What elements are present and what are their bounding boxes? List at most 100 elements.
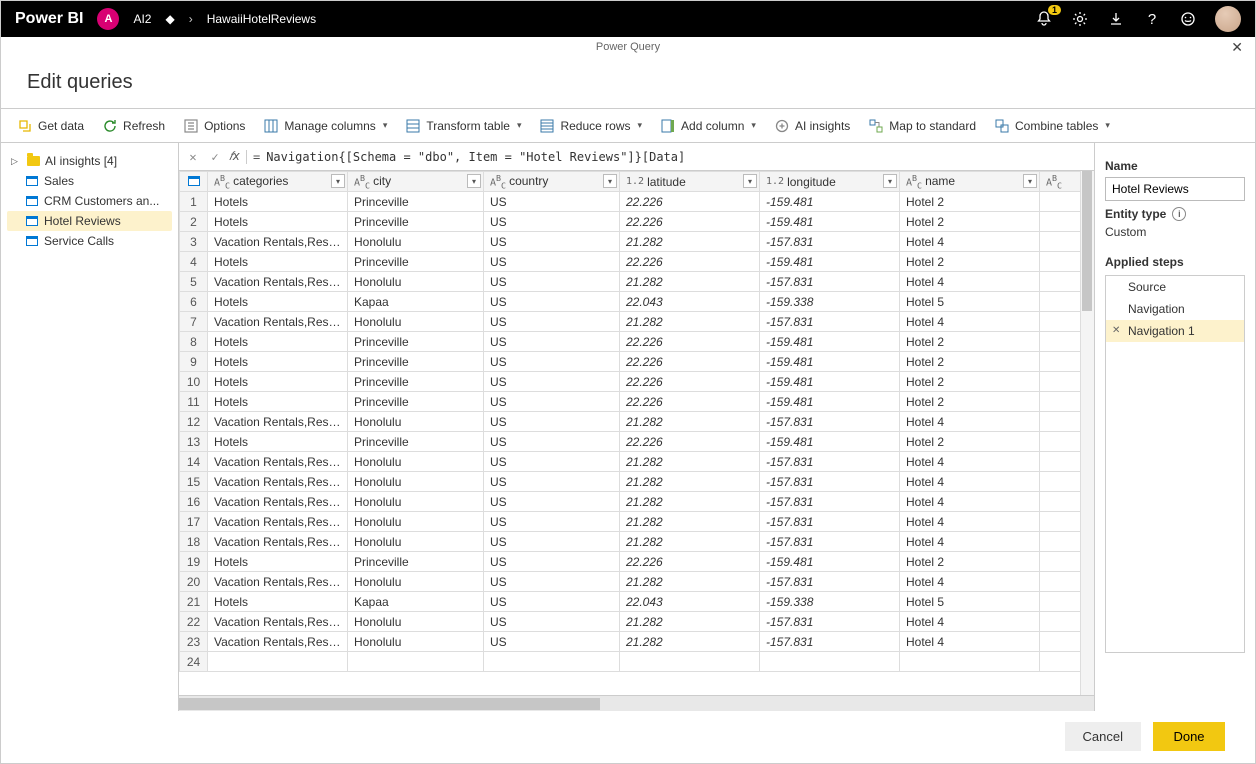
table-row[interactable]: 21HotelsKapaaUS22.043-159.338Hotel 5: [180, 592, 1094, 612]
cell-latitude[interactable]: 21.282: [620, 632, 760, 652]
table-row[interactable]: 1HotelsPrincevilleUS22.226-159.481Hotel …: [180, 192, 1094, 212]
cell-longitude[interactable]: -157.831: [760, 532, 900, 552]
column-filter-icon[interactable]: ▾: [883, 174, 897, 188]
cell-city[interactable]: Honolulu: [348, 312, 484, 332]
cell-latitude[interactable]: 21.282: [620, 532, 760, 552]
cell-categories[interactable]: [208, 652, 348, 672]
map-to-standard-button[interactable]: Map to standard: [866, 114, 978, 138]
cell-categories[interactable]: Vacation Rentals,Resorts &...: [208, 632, 348, 652]
vertical-scrollbar[interactable]: [1080, 171, 1094, 695]
cell-latitude[interactable]: 22.043: [620, 592, 760, 612]
cell-categories[interactable]: Vacation Rentals,Resorts &...: [208, 612, 348, 632]
settings-icon[interactable]: [1071, 10, 1089, 28]
cell-categories[interactable]: Vacation Rentals,Resorts &...: [208, 492, 348, 512]
cell-categories[interactable]: Vacation Rentals,Resorts &...: [208, 472, 348, 492]
cell-city[interactable]: Honolulu: [348, 452, 484, 472]
cell-country[interactable]: US: [484, 552, 620, 572]
cell-name[interactable]: Hotel 4: [900, 412, 1040, 432]
table-row[interactable]: 23Vacation Rentals,Resorts &...HonoluluU…: [180, 632, 1094, 652]
avatar[interactable]: [1215, 6, 1241, 32]
cell-categories[interactable]: Vacation Rentals,Resorts &...: [208, 412, 348, 432]
cell-latitude[interactable]: 22.226: [620, 392, 760, 412]
cell-country[interactable]: US: [484, 592, 620, 612]
file-name[interactable]: HawaiiHotelReviews: [207, 12, 316, 26]
row-number[interactable]: 7: [180, 312, 208, 332]
cell-longitude[interactable]: -157.831: [760, 232, 900, 252]
row-number[interactable]: 22: [180, 612, 208, 632]
applied-step[interactable]: Source: [1106, 276, 1244, 298]
cell-city[interactable]: Honolulu: [348, 232, 484, 252]
row-number[interactable]: 15: [180, 472, 208, 492]
cell-name[interactable]: Hotel 2: [900, 372, 1040, 392]
table-row[interactable]: 18Vacation Rentals,Resorts &...HonoluluU…: [180, 532, 1094, 552]
cell-latitude[interactable]: 22.226: [620, 372, 760, 392]
cell-longitude[interactable]: -157.831: [760, 412, 900, 432]
cell-city[interactable]: Honolulu: [348, 512, 484, 532]
cell-country[interactable]: US: [484, 392, 620, 412]
applied-step[interactable]: ✕Navigation 1: [1106, 320, 1244, 342]
cell-latitude[interactable]: 22.226: [620, 252, 760, 272]
manage-columns-button[interactable]: Manage columns ▾: [261, 114, 389, 138]
row-number[interactable]: 17: [180, 512, 208, 532]
cell-categories[interactable]: Vacation Rentals,Resorts &...: [208, 512, 348, 532]
cell-name[interactable]: [900, 652, 1040, 672]
column-header[interactable]: ABCcountry▾: [484, 172, 620, 192]
cell-categories[interactable]: Hotels: [208, 552, 348, 572]
cell-categories[interactable]: Vacation Rentals,Resorts &...: [208, 572, 348, 592]
notifications-icon[interactable]: 1: [1035, 10, 1053, 28]
cell-longitude[interactable]: -157.831: [760, 312, 900, 332]
cell-latitude[interactable]: 22.226: [620, 332, 760, 352]
row-number[interactable]: 6: [180, 292, 208, 312]
feedback-icon[interactable]: [1179, 10, 1197, 28]
row-number[interactable]: 19: [180, 552, 208, 572]
cell-city[interactable]: Princeville: [348, 252, 484, 272]
row-number[interactable]: 13: [180, 432, 208, 452]
query-item[interactable]: Sales: [7, 171, 172, 191]
cell-name[interactable]: Hotel 4: [900, 312, 1040, 332]
table-row[interactable]: 8HotelsPrincevilleUS22.226-159.481Hotel …: [180, 332, 1094, 352]
cell-latitude[interactable]: 22.043: [620, 292, 760, 312]
cell-city[interactable]: Princeville: [348, 192, 484, 212]
cell-latitude[interactable]: 21.282: [620, 232, 760, 252]
table-row[interactable]: 22Vacation Rentals,Resorts &...HonoluluU…: [180, 612, 1094, 632]
table-row[interactable]: 2HotelsPrincevilleUS22.226-159.481Hotel …: [180, 212, 1094, 232]
cell-name[interactable]: Hotel 2: [900, 552, 1040, 572]
cell-latitude[interactable]: 21.282: [620, 472, 760, 492]
cell-country[interactable]: US: [484, 612, 620, 632]
cell-city[interactable]: Princeville: [348, 552, 484, 572]
cell-name[interactable]: Hotel 2: [900, 192, 1040, 212]
cell-categories[interactable]: Hotels: [208, 372, 348, 392]
cell-country[interactable]: US: [484, 232, 620, 252]
row-number[interactable]: 4: [180, 252, 208, 272]
cell-country[interactable]: [484, 652, 620, 672]
data-grid[interactable]: ABCcategories▾ABCcity▾ABCcountry▾1.2lati…: [179, 171, 1094, 672]
row-number[interactable]: 10: [180, 372, 208, 392]
table-row[interactable]: 17Vacation Rentals,Resorts &...HonoluluU…: [180, 512, 1094, 532]
row-number[interactable]: 18: [180, 532, 208, 552]
cell-latitude[interactable]: [620, 652, 760, 672]
delete-step-icon[interactable]: ✕: [1112, 325, 1120, 336]
cell-latitude[interactable]: 22.226: [620, 192, 760, 212]
table-row[interactable]: 11HotelsPrincevilleUS22.226-159.481Hotel…: [180, 392, 1094, 412]
cell-categories[interactable]: Vacation Rentals,Resorts &...: [208, 532, 348, 552]
cell-city[interactable]: Princeville: [348, 212, 484, 232]
cell-longitude[interactable]: -159.481: [760, 192, 900, 212]
column-header[interactable]: ABCcategories▾: [208, 172, 348, 192]
cell-name[interactable]: Hotel 4: [900, 632, 1040, 652]
cell-categories[interactable]: Vacation Rentals,Resorts &...: [208, 272, 348, 292]
table-row[interactable]: 7Vacation Rentals,Resorts &...HonoluluUS…: [180, 312, 1094, 332]
cell-longitude[interactable]: -159.338: [760, 292, 900, 312]
cell-name[interactable]: Hotel 2: [900, 432, 1040, 452]
cell-longitude[interactable]: -159.481: [760, 392, 900, 412]
cell-latitude[interactable]: 21.282: [620, 612, 760, 632]
cell-longitude[interactable]: -159.481: [760, 212, 900, 232]
cell-city[interactable]: Princeville: [348, 372, 484, 392]
applied-step[interactable]: Navigation: [1106, 298, 1244, 320]
row-number[interactable]: 14: [180, 452, 208, 472]
formula-text[interactable]: Navigation{[Schema = "dbo", Item = "Hote…: [266, 150, 685, 164]
cell-city[interactable]: Kapaa: [348, 292, 484, 312]
cell-city[interactable]: Honolulu: [348, 492, 484, 512]
cell-longitude[interactable]: -159.481: [760, 252, 900, 272]
cell-latitude[interactable]: 21.282: [620, 572, 760, 592]
cell-country[interactable]: US: [484, 312, 620, 332]
